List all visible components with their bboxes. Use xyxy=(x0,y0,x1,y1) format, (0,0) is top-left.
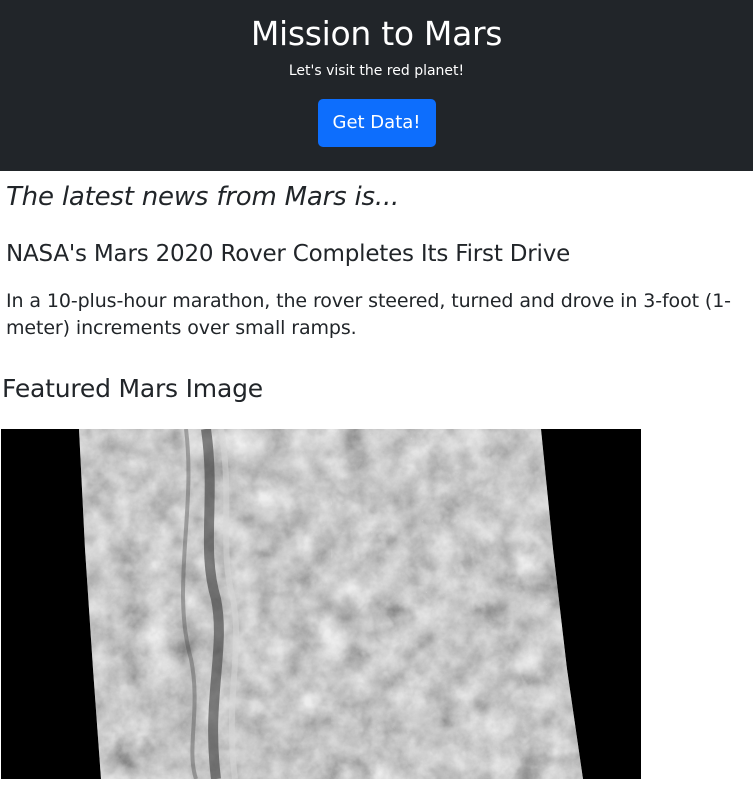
news-heading: The latest news from Mars is... xyxy=(6,182,400,212)
get-data-button[interactable]: Get Data! xyxy=(317,99,436,147)
jumbotron-header: Mission to Mars Let's visit the red plan… xyxy=(0,0,753,171)
news-paragraph: In a 10-plus-hour marathon, the rover st… xyxy=(6,290,731,339)
featured-heading: Featured Mars Image xyxy=(2,374,263,403)
page-subtitle: Let's visit the red planet! xyxy=(288,63,465,79)
featured-section: Featured Mars Image xyxy=(0,374,753,404)
featured-mars-image xyxy=(1,429,641,779)
news-title: NASA's Mars 2020 Rover Completes Its Fir… xyxy=(6,241,571,267)
page-title: Mission to Mars xyxy=(250,14,503,53)
news-section: The latest news from Mars is... NASA's M… xyxy=(0,180,753,342)
mars-terrain-image xyxy=(1,429,641,779)
